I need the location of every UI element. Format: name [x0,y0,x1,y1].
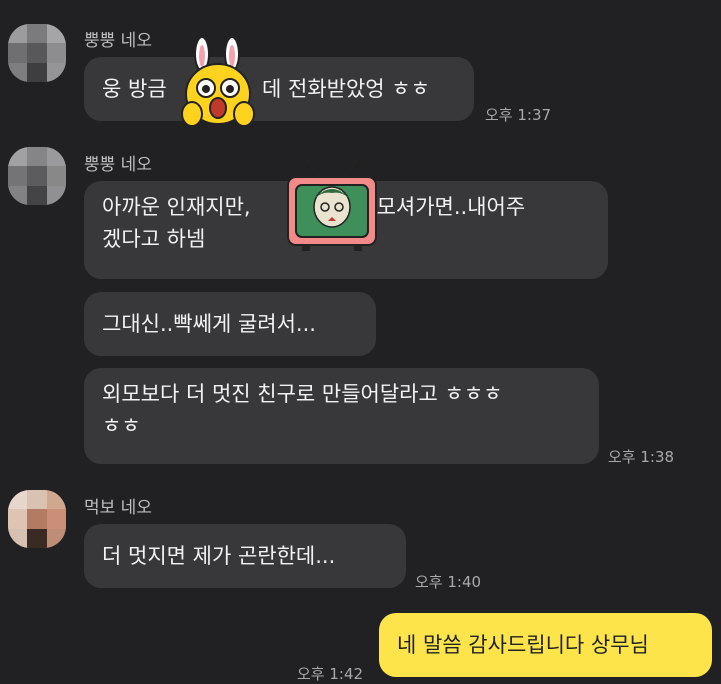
message-time: 오후 1:40 [415,573,482,591]
message-bubble[interactable]: 더 멋지면 제가 곤란한데... [84,524,406,588]
message-time: 오후 1:37 [485,106,552,124]
message-text: 데 전화받았엉 ㅎㅎ [262,77,430,101]
sender-avatar[interactable] [8,24,66,82]
sender-name: 먹보 네오 [84,498,152,518]
sender-avatar[interactable] [8,490,66,548]
message-text: 그대신..빡쎄게 굴려서... [102,312,316,336]
message-text: 외모보다 더 멋진 친구로 만들어달라고 ㅎㅎㅎ [102,382,503,406]
message-text: ㅎㅎ [102,414,141,438]
rabbit-emoticon [181,36,255,127]
sender-name: 뿡뿡 네오 [84,155,152,175]
sender-avatar[interactable] [8,147,66,205]
message-bubble[interactable]: 외모보다 더 멋진 친구로 만들어달라고 ㅎㅎㅎ ㅎㅎ [84,368,599,464]
message-text: 아까운 인재지만, [102,195,251,219]
message-bubble[interactable]: 웅 방금 데 전화받았엉 ㅎㅎ [84,57,474,121]
message-time: 오후 1:38 [608,448,675,466]
sender-name: 뿡뿡 네오 [84,31,152,51]
message-bubble[interactable]: 그대신..빡쎄게 굴려서... [84,292,376,356]
message-text: 웅 방금 [102,77,167,101]
message-text: 네 말씀 감사드립니다 상무님 [397,633,649,657]
message-text: 더 멋지면 제가 곤란한데... [102,544,336,568]
my-message-bubble[interactable]: 네 말씀 감사드립니다 상무님 [379,613,712,677]
tv-emoticon [287,158,377,251]
